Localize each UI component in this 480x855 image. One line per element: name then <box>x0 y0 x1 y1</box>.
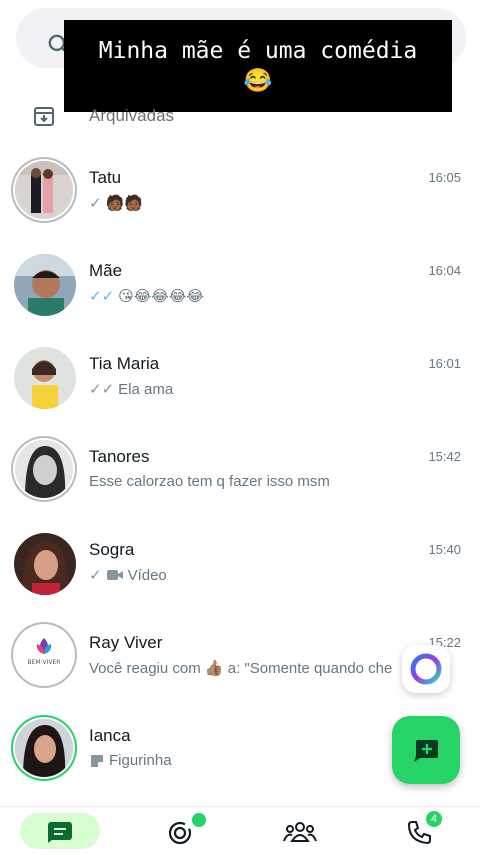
chat-time: 15:42 <box>428 449 461 464</box>
preview-text: Você reagiu com 👍🏽 a: "Somente quando ch… <box>89 660 393 677</box>
chat-time: 16:04 <box>428 263 461 278</box>
avatar <box>15 161 73 219</box>
chat-preview: ✓✓ 😘😂😂😂😂 <box>89 287 409 305</box>
chat-time: 16:01 <box>428 356 461 371</box>
chat-preview: ✓ Vídeo <box>89 566 409 585</box>
archived-row[interactable]: Arquivadas <box>0 96 480 140</box>
avatar <box>14 254 76 316</box>
preview-text: 🧑🏾🧑🏾 <box>105 195 143 212</box>
chat-name: Tia Maria <box>89 354 160 373</box>
chat-time: 15:40 <box>428 542 461 557</box>
chat-preview: ✓✓ Ela ama <box>89 380 409 399</box>
chat-row-tanores[interactable]: Tanores 15:42 Esse calorzao tem q fazer … <box>0 431 480 524</box>
read-tick-icon: ✓✓ <box>89 288 115 305</box>
updates-dot <box>192 813 206 827</box>
caption-emoji: 😂 <box>243 68 273 94</box>
chat-time: 16:05 <box>428 170 461 185</box>
sent-tick-icon: ✓ <box>89 567 102 584</box>
tab-chats[interactable] <box>0 813 120 849</box>
chats-icon <box>48 822 72 843</box>
sent-tick-icon: ✓ <box>89 195 102 212</box>
calls-badge: 4 <box>426 811 442 827</box>
preview-text: Ela ama <box>118 380 174 398</box>
logo-text: BEM VIVER <box>28 659 61 666</box>
meta-ai-button[interactable] <box>402 645 450 693</box>
avatar <box>14 533 76 595</box>
tab-calls[interactable]: 4 <box>360 811 480 849</box>
meta-ai-icon <box>410 653 442 685</box>
archived-label: Arquivadas <box>89 106 175 125</box>
avatar <box>15 440 73 498</box>
sticker-icon <box>91 754 103 767</box>
chat-preview: Figurinha <box>89 752 409 769</box>
delivered-tick-icon: ✓✓ <box>89 381 115 398</box>
new-chat-button[interactable] <box>392 716 460 784</box>
chat-name: Ianca <box>89 726 131 745</box>
updates-icon <box>168 821 192 845</box>
chat-row-sogra[interactable]: Sogra 15:40 ✓ Vídeo <box>0 524 480 617</box>
communities-icon <box>283 822 317 842</box>
chat-row-tatu[interactable]: Tatu 16:05 ✓ 🧑🏾🧑🏾 <box>0 152 480 245</box>
preview-text: Figurinha <box>109 752 172 769</box>
video-icon <box>106 570 123 580</box>
archive-icon <box>34 107 54 126</box>
chat-row-tia-maria[interactable]: Tia Maria 16:01 ✓✓ Ela ama <box>0 338 480 431</box>
tab-communities[interactable] <box>240 813 360 849</box>
chat-name: Tatu <box>89 168 122 187</box>
preview-text: Vídeo <box>127 566 167 584</box>
bottom-navigation: 4 <box>0 806 480 855</box>
chat-preview: Você reagiu com 👍🏽 a: "Somente quando ch… <box>89 659 409 677</box>
chat-name: Mãe <box>89 261 123 280</box>
tab-updates[interactable] <box>120 813 240 849</box>
preview-text: Esse calorzao tem q fazer isso msm <box>89 473 330 490</box>
caption-text: Minha mãe é uma comédia <box>98 38 418 64</box>
chat-preview: ✓ 🧑🏾🧑🏾 <box>89 194 409 212</box>
avatar <box>14 347 76 409</box>
chat-name: Ray Viver <box>89 633 163 652</box>
avatar: BEM VIVER <box>15 626 73 684</box>
chat-name: Tanores <box>89 447 150 466</box>
chat-row-mae[interactable]: Mãe 16:04 ✓✓ 😘😂😂😂😂 <box>0 245 480 338</box>
new-chat-icon <box>414 740 438 762</box>
avatar <box>15 719 73 777</box>
chat-preview: Esse calorzao tem q fazer isso msm <box>89 473 409 490</box>
preview-text: 😘😂😂😂😂 <box>118 288 204 305</box>
chat-name: Sogra <box>89 540 135 559</box>
